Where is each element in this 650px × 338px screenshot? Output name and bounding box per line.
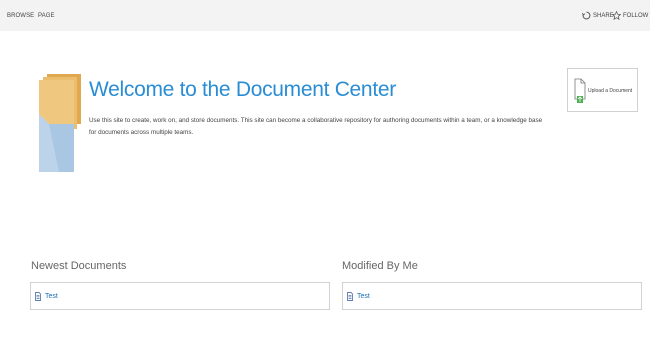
ribbon-bar: BROWSE PAGE SHARE FOLLOW xyxy=(0,0,650,31)
page-title: Welcome to the Document Center xyxy=(89,78,396,101)
document-link[interactable]: Test xyxy=(45,293,58,300)
upload-document-button[interactable]: Upload a Document xyxy=(567,68,638,112)
document-icon xyxy=(35,292,41,301)
tab-page[interactable]: PAGE xyxy=(38,13,55,19)
list-item[interactable]: Test xyxy=(35,292,58,301)
tab-browse[interactable]: BROWSE xyxy=(7,13,34,19)
modified-by-me-heading: Modified By Me xyxy=(342,260,418,272)
document-icon xyxy=(347,292,353,301)
share-button[interactable]: SHARE xyxy=(582,11,614,20)
modified-by-me-list: Test xyxy=(342,282,642,310)
share-icon xyxy=(582,11,591,20)
document-center-logo xyxy=(39,74,81,172)
follow-label: FOLLOW xyxy=(623,12,649,19)
upload-document-label: Upload a Document xyxy=(588,88,633,94)
follow-button[interactable]: FOLLOW xyxy=(612,11,648,20)
page-description: Use this site to create, work on, and st… xyxy=(89,117,543,136)
newest-documents-heading: Newest Documents xyxy=(31,260,127,272)
document-link[interactable]: Test xyxy=(357,293,370,300)
share-label: SHARE xyxy=(593,12,614,19)
star-icon xyxy=(612,11,621,20)
newest-documents-list: Test xyxy=(30,282,330,310)
upload-document-icon xyxy=(574,78,586,103)
list-item[interactable]: Test xyxy=(347,292,370,301)
